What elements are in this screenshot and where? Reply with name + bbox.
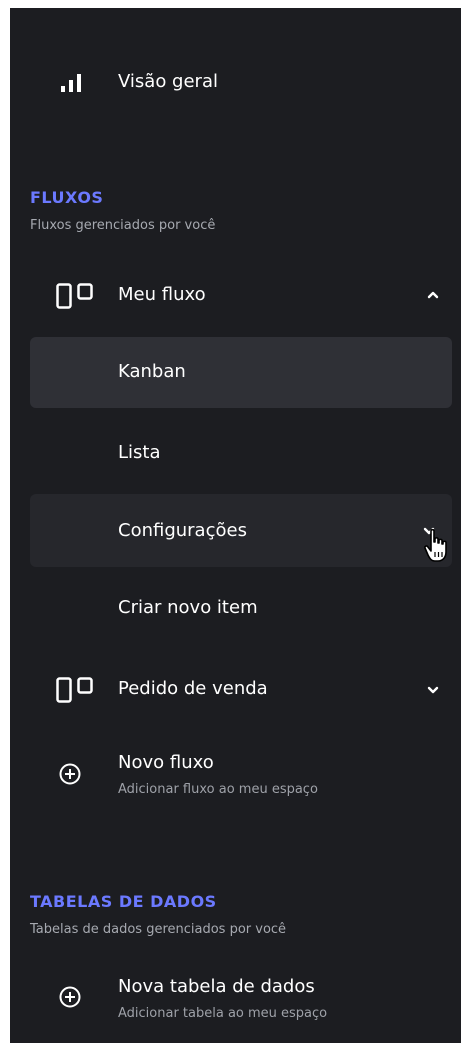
sidebar-panel: Visão geral FLUXOS Fluxos gerenciados po… xyxy=(10,8,461,1043)
flow-item-meu-fluxo-label: Meu fluxo xyxy=(118,284,206,305)
new-table-button[interactable]: Nova tabela de dados Adicionar tabela ao… xyxy=(10,966,461,1038)
flows-section-subtitle: Fluxos gerenciados por você xyxy=(30,218,216,233)
new-table-label: Nova tabela de dados xyxy=(118,976,315,997)
nav-item-overview-label: Visão geral xyxy=(118,71,218,92)
flow-item-meu-fluxo[interactable]: Meu fluxo xyxy=(10,268,461,324)
flow-subitem-criar-novo-item-label: Criar novo item xyxy=(118,597,258,618)
tables-section-title: TABELAS DE DADOS xyxy=(30,892,217,911)
hand-pointer-cursor-icon xyxy=(424,528,447,562)
flow-item-pedido-de-venda-label: Pedido de venda xyxy=(118,678,268,699)
kanban-board-icon xyxy=(56,677,93,703)
kanban-board-icon xyxy=(56,283,93,309)
flows-section-title: FLUXOS xyxy=(30,188,104,207)
new-flow-subtitle: Adicionar fluxo ao meu espaço xyxy=(118,782,318,797)
chevron-down-icon[interactable] xyxy=(427,686,439,695)
flow-subitem-criar-novo-item[interactable]: Criar novo item xyxy=(10,583,461,633)
tables-section-subtitle: Tabelas de dados gerenciados por você xyxy=(30,922,287,937)
chevron-up-icon[interactable] xyxy=(427,290,439,299)
new-flow-button[interactable]: Novo fluxo Adicionar fluxo ao meu espaço xyxy=(10,744,461,814)
flow-subitem-lista[interactable]: Lista xyxy=(10,428,461,478)
nav-item-overview[interactable]: Visão geral xyxy=(10,58,461,108)
bar-chart-icon xyxy=(61,74,81,92)
flow-subitem-lista-label: Lista xyxy=(118,442,161,463)
new-flow-label: Novo fluxo xyxy=(118,752,214,773)
flow-subitem-kanban[interactable]: Kanban xyxy=(30,337,452,408)
new-table-subtitle: Adicionar tabela ao meu espaço xyxy=(118,1006,328,1021)
flow-subitem-configuracoes-label: Configurações xyxy=(118,520,247,541)
plus-circle-icon xyxy=(59,763,81,785)
flow-item-pedido-de-venda[interactable]: Pedido de venda xyxy=(10,662,461,718)
flow-subitem-kanban-label: Kanban xyxy=(118,361,186,382)
flow-subitem-configuracoes[interactable]: Configurações xyxy=(30,494,452,567)
plus-circle-icon xyxy=(59,986,81,1008)
